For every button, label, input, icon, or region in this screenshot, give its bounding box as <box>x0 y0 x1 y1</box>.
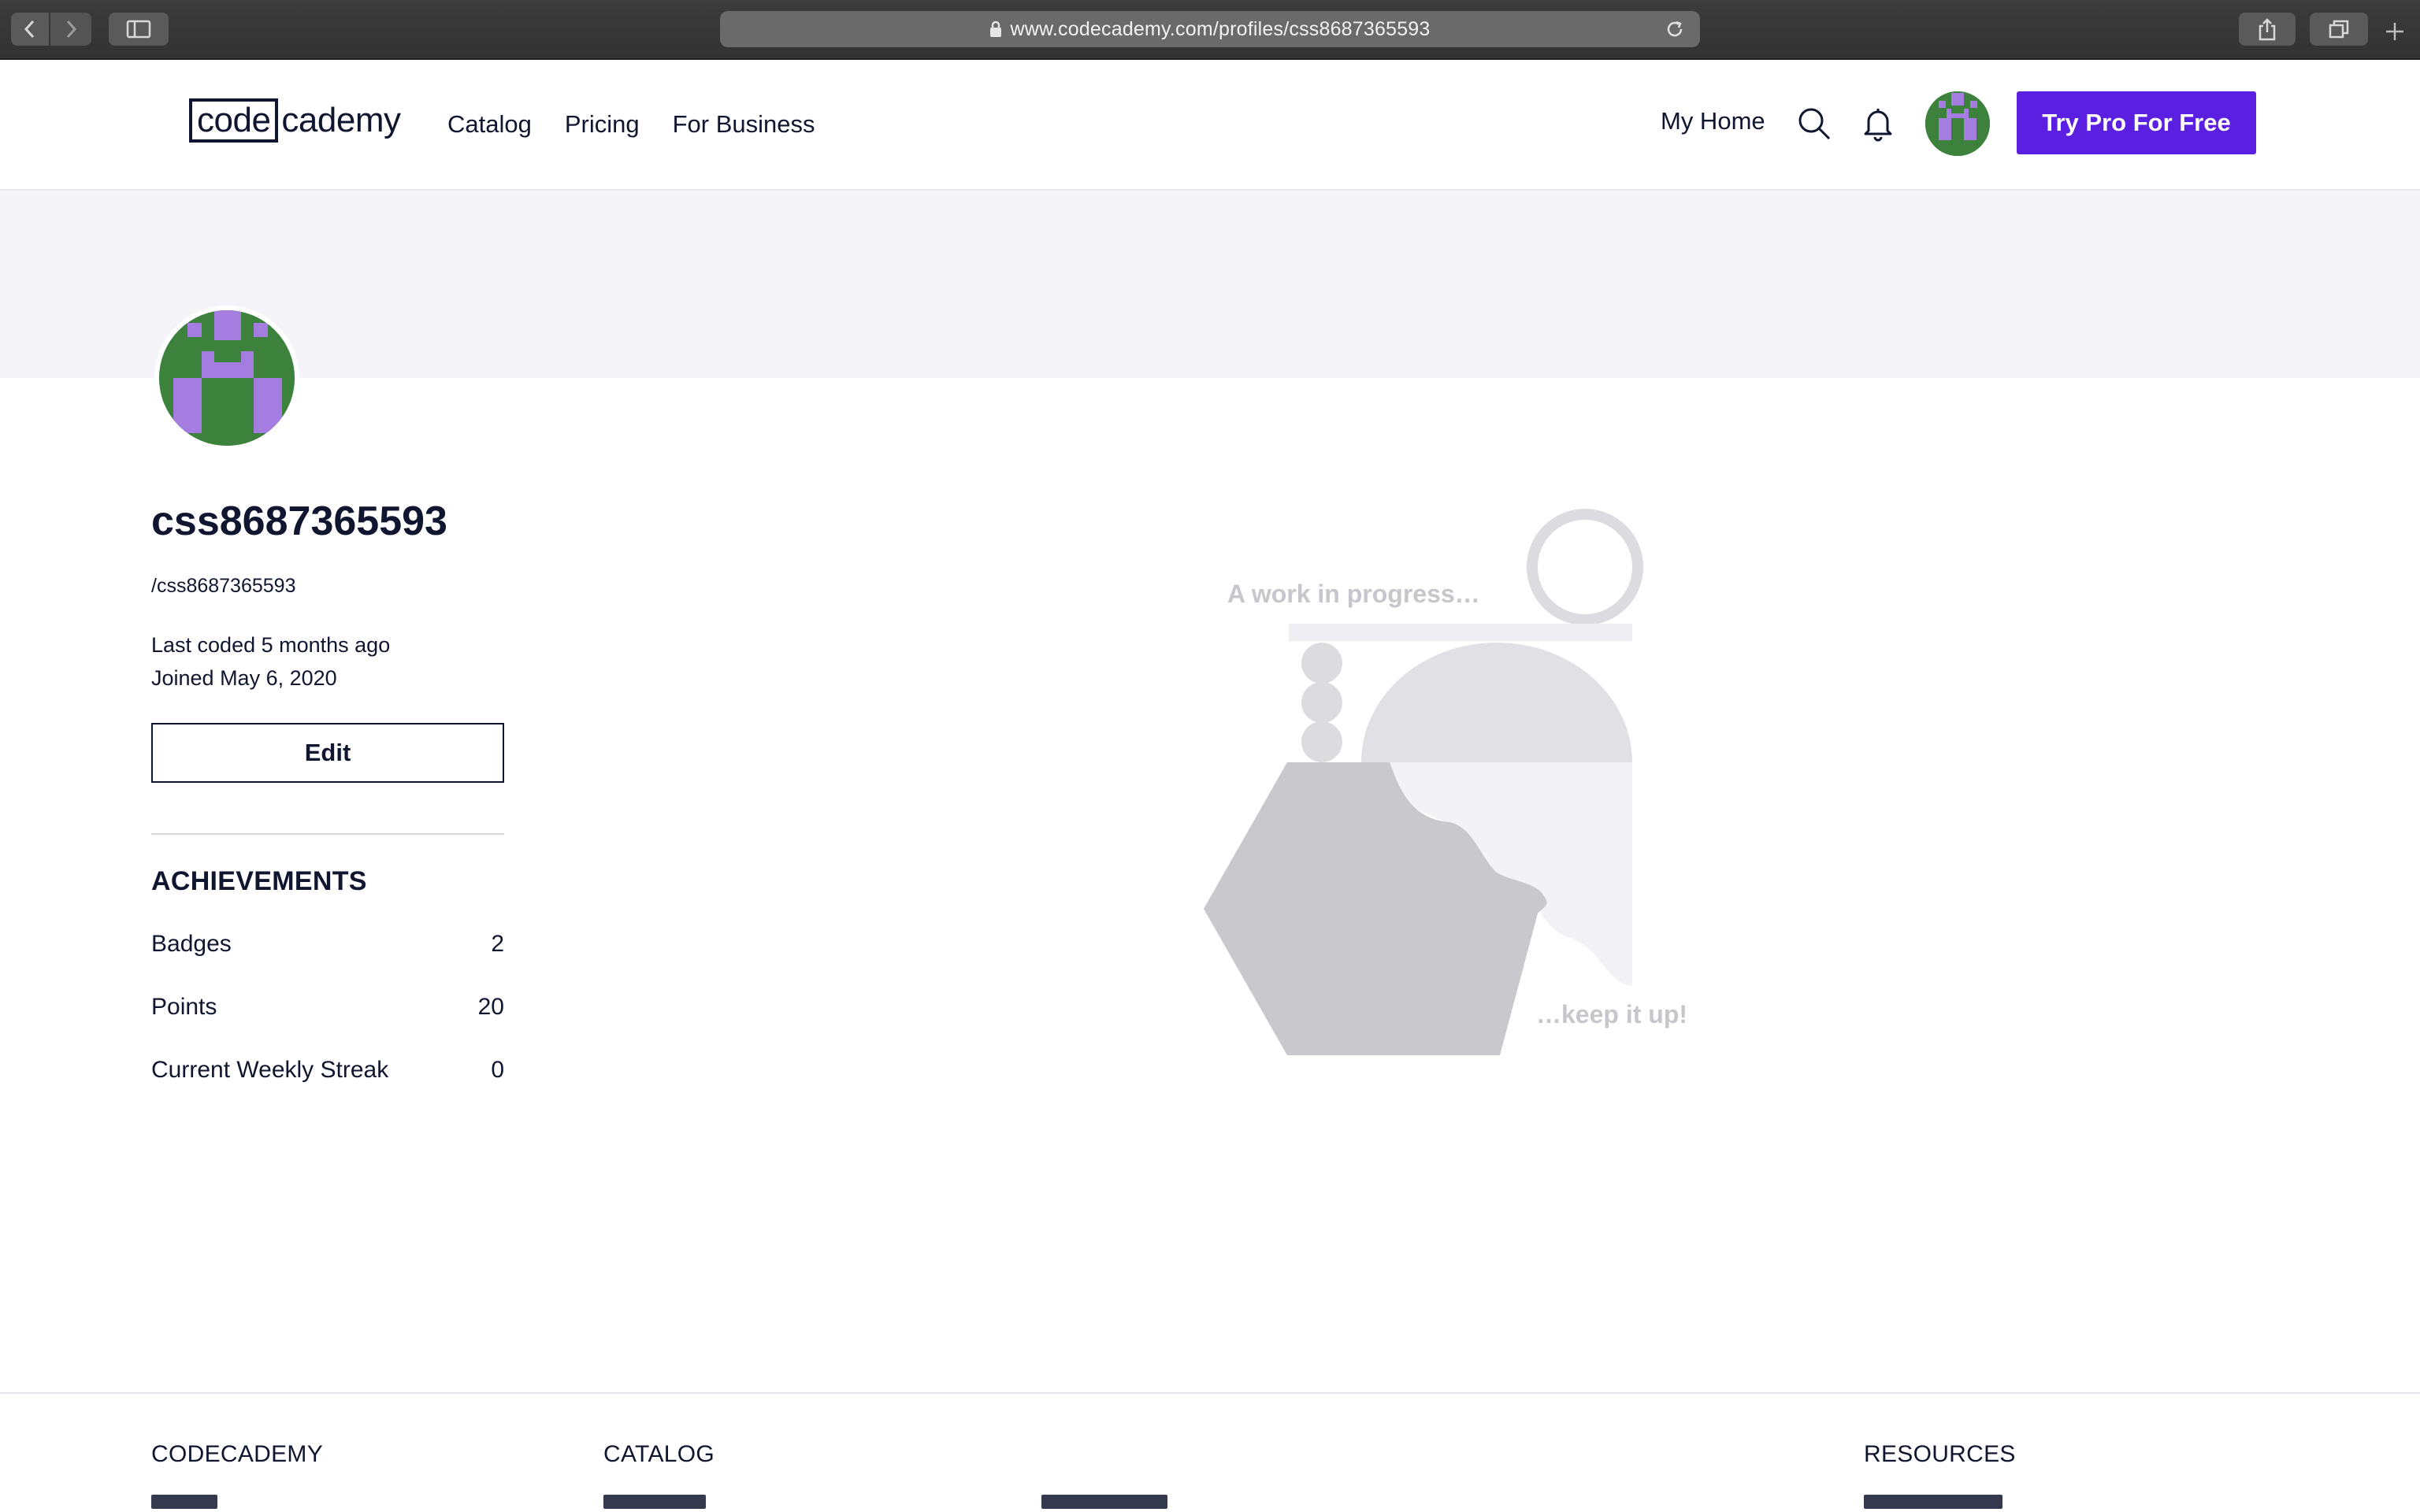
nav-pricing[interactable]: Pricing <box>565 110 640 139</box>
my-home-link[interactable]: My Home <box>1661 107 1765 135</box>
browser-toolbar: www.codecademy.com/profiles/css868736559… <box>0 0 2420 60</box>
reload-icon[interactable] <box>1664 18 1686 40</box>
profile-banner <box>0 191 2420 378</box>
pixel-avatar-icon <box>1925 91 1990 156</box>
profile-avatar <box>154 306 299 450</box>
share-icon <box>2259 18 2276 41</box>
header-avatar[interactable] <box>1925 91 1990 156</box>
logo-code: code <box>189 98 279 143</box>
site-header: code cademy Catalog Pricing For Business … <box>0 61 2420 191</box>
last-coded-text: Last coded 5 months ago <box>151 633 391 657</box>
sidebar-toggle-button[interactable] <box>109 13 169 46</box>
chevron-left-icon <box>24 20 35 39</box>
main-nav: Catalog Pricing For Business <box>447 61 815 187</box>
achievement-label: Current Weekly Streak <box>151 1057 389 1083</box>
chevron-right-icon <box>66 20 77 39</box>
address-bar[interactable]: www.codecademy.com/profiles/css868736559… <box>720 11 1700 47</box>
achievement-row-badges: Badges 2 <box>151 931 504 958</box>
nav-catalog[interactable]: Catalog <box>447 110 532 139</box>
tab-overview-button[interactable] <box>2310 13 2368 46</box>
work-in-progress-text: A work in progress… <box>1227 580 1480 608</box>
new-tab-icon[interactable] <box>2384 20 2406 43</box>
profile-handle: /css8687365593 <box>151 575 296 597</box>
url-text: www.codecademy.com/profiles/css868736559… <box>1010 17 1431 40</box>
logo-cademy: cademy <box>281 101 401 139</box>
footer-link-cutoff[interactable] <box>151 1495 217 1509</box>
edit-profile-button[interactable]: Edit <box>151 723 504 783</box>
achievement-row-weekly-streak: Current Weekly Streak 0 <box>151 1057 504 1084</box>
achievement-value: 2 <box>491 931 504 957</box>
nav-for-business[interactable]: For Business <box>673 110 815 139</box>
footer-link-cutoff[interactable] <box>1041 1495 1167 1509</box>
codecademy-logo[interactable]: code cademy <box>189 98 401 143</box>
site-footer: CODECADEMY CATALOG RESOURCES <box>0 1392 2420 1512</box>
achievement-value: 20 <box>477 994 504 1020</box>
achievement-label: Badges <box>151 931 232 957</box>
pixel-avatar-icon <box>159 310 295 446</box>
footer-link-cutoff[interactable] <box>603 1495 706 1509</box>
share-button[interactable] <box>2239 13 2296 46</box>
joined-date-text: Joined May 6, 2020 <box>151 666 337 690</box>
profile-username: css8687365593 <box>151 498 447 544</box>
keep-it-up-text: …keep it up! <box>1536 1000 1688 1028</box>
sidebar-icon <box>126 20 151 39</box>
footer-heading-codecademy: CODECADEMY <box>151 1441 324 1467</box>
tabs-icon <box>2329 20 2349 39</box>
search-icon[interactable] <box>1796 106 1832 142</box>
achievements-heading: ACHIEVEMENTS <box>151 866 367 896</box>
achievement-label: Points <box>151 994 217 1020</box>
achievement-value: 0 <box>491 1057 504 1083</box>
lock-icon <box>990 20 1002 37</box>
back-button[interactable] <box>11 13 49 46</box>
footer-heading-catalog: CATALOG <box>603 1441 715 1467</box>
forward-button[interactable] <box>50 13 91 46</box>
footer-link-cutoff[interactable] <box>1864 1495 2002 1509</box>
try-pro-button[interactable]: Try Pro For Free <box>2017 91 2256 154</box>
bell-icon[interactable] <box>1862 106 1894 142</box>
footer-heading-resources: RESOURCES <box>1864 1441 2016 1467</box>
divider <box>151 833 504 835</box>
achievement-row-points: Points 20 <box>151 994 504 1021</box>
